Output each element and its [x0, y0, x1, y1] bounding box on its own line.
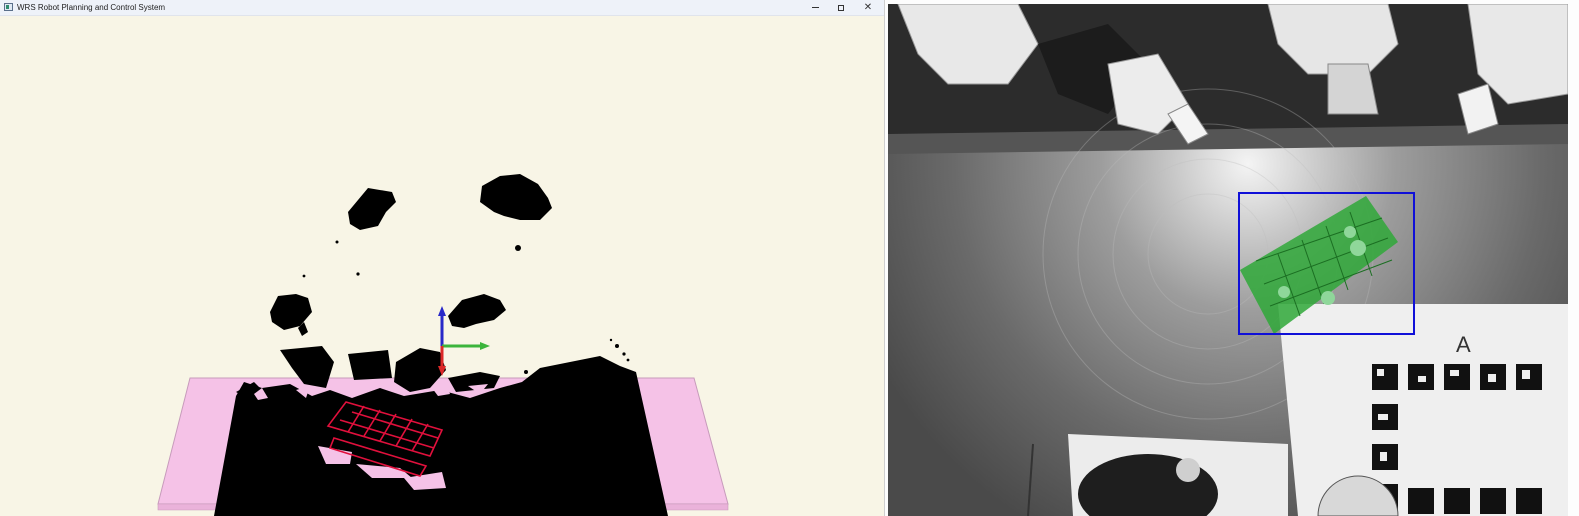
- app-icon: [4, 3, 13, 11]
- title-bar[interactable]: WRS Robot Planning and Control System ✕: [0, 0, 884, 16]
- minimize-button[interactable]: [802, 0, 828, 15]
- maximize-button[interactable]: [828, 0, 854, 15]
- calibration-marker-board: A: [1278, 304, 1568, 516]
- minimize-icon: [811, 7, 819, 8]
- maximize-icon: [838, 4, 844, 11]
- simulation-window: WRS Robot Planning and Control System ✕: [0, 0, 885, 516]
- camera-image: A: [888, 4, 1568, 516]
- window-title: WRS Robot Planning and Control System: [17, 3, 166, 12]
- 3d-viewport[interactable]: [0, 16, 884, 516]
- close-button[interactable]: ✕: [855, 0, 881, 15]
- close-icon: ✕: [863, 2, 873, 13]
- marker-board-label: A: [1456, 332, 1471, 357]
